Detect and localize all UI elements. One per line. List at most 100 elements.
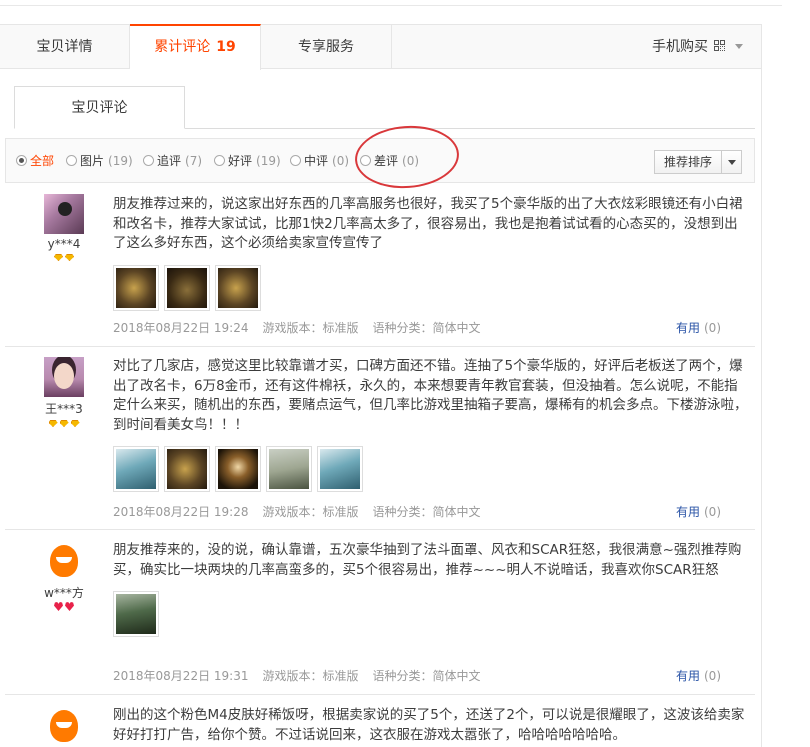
review-body: 刚出的这个粉色M4皮肤好稀饭呀，根据卖家说的买了5个，还送了2个，可以说是很耀眼… [113, 706, 748, 745]
review-item: y***4 朋友推荐过来的，说这家出好东西的几率高服务也很好，我买了5个豪华版的… [5, 190, 755, 347]
user-level [42, 602, 86, 612]
user-name: w***方 [44, 586, 84, 600]
review-photos [113, 591, 748, 637]
mobile-buy-button[interactable]: 手机购买 [652, 25, 743, 69]
review-photo[interactable] [215, 264, 261, 311]
useful-control: 有用 (0) [676, 668, 735, 684]
review-filter-bar: 全部 图片 (19) 追评 (7) 好评 (19) 中评 (0) 差评 (0) 推荐排序 [5, 138, 755, 183]
review-meta: 2018年08月22日 19:24 游戏版本：标准版 语种分类：简体中文 有用 (0) [113, 320, 743, 336]
useful-button[interactable]: 有用 [676, 669, 700, 683]
heart-icon [54, 602, 63, 611]
avatar[interactable] [44, 541, 84, 581]
tab-item-details[interactable]: 宝贝详情 [0, 25, 130, 69]
radio-icon[interactable] [66, 155, 77, 166]
filter-positive[interactable]: 好评 (19) [214, 153, 281, 169]
review-item: 王***3 对比了几家店，感觉这里比较靠谱才买，口碑方面还不错。连抽了5个豪华版… [5, 348, 755, 530]
filter-label: 追评 [157, 154, 182, 168]
tab-product-reviews[interactable]: 宝贝评论 [14, 86, 185, 129]
review-body: 朋友推荐来的，没的说，确认靠谱，五次豪华抽到了法斗面罩、风衣和SCAR狂怒，我很… [113, 541, 748, 637]
user-level [42, 418, 86, 428]
filter-neutral[interactable]: 中评 (0) [290, 153, 349, 169]
diamond-icon [54, 254, 63, 261]
review-user: 王***3 [42, 357, 86, 428]
review-meta: 2018年08月22日 19:28 游戏版本：标准版 语种分类：简体中文 有用 (0) [113, 504, 743, 520]
review-date: 2018年08月22日 19:31 [113, 669, 249, 683]
review-body: 对比了几家店，感觉这里比较靠谱才买，口碑方面还不错。连抽了5个豪华版的，好评后老… [113, 357, 748, 492]
review-date: 2018年08月22日 19:24 [113, 321, 249, 335]
filter-followup[interactable]: 追评 (7) [143, 153, 202, 169]
useful-count: (0) [704, 669, 721, 683]
review-item: 刚出的这个粉色M4皮肤好稀饭呀，根据卖家说的买了5个，还送了2个，可以说是很耀眼… [5, 696, 755, 747]
review-date: 2018年08月22日 19:28 [113, 505, 249, 519]
review-user: y***4 [42, 194, 86, 262]
avatar[interactable] [44, 706, 84, 746]
review-language: 语种分类：简体中文 [372, 505, 481, 519]
filter-count: (0) [402, 154, 420, 168]
filter-label: 差评 [374, 154, 399, 168]
user-name: 王***3 [45, 402, 83, 416]
diamond-icon [59, 420, 69, 427]
review-user: w***方 [42, 541, 86, 612]
review-text: 刚出的这个粉色M4皮肤好稀饭呀，根据卖家说的买了5个，还送了2个，可以说是很耀眼… [113, 707, 745, 743]
review-user [42, 706, 86, 746]
detail-tabbar: 宝贝详情 累计评论 19 专享服务 手机购买 [0, 24, 761, 70]
sort-dropdown[interactable]: 推荐排序 [654, 150, 742, 174]
useful-button[interactable]: 有用 [676, 321, 700, 335]
useful-control: 有用 (0) [676, 504, 735, 520]
useful-count: (0) [704, 505, 721, 519]
tab-reviews[interactable]: 累计评论 19 [130, 24, 261, 70]
filter-count: (0) [332, 154, 350, 168]
review-photo[interactable] [113, 446, 159, 492]
product-detail-page: 宝贝详情 累计评论 19 专享服务 手机购买 宝贝评论 全部 图片 (19) 追评(… [0, 0, 810, 747]
review-photo[interactable] [164, 446, 210, 492]
review-meta: 2018年08月22日 19:31 游戏版本：标准版 语种分类：简体中文 有用 (0) [113, 668, 743, 684]
review-photo[interactable] [317, 446, 363, 492]
diamond-icon [65, 254, 74, 261]
review-photo[interactable] [113, 264, 159, 311]
filter-label: 全部 [30, 154, 55, 168]
avatar[interactable] [44, 357, 84, 397]
review-language: 语种分类：简体中文 [372, 669, 481, 683]
useful-button[interactable]: 有用 [676, 505, 700, 519]
filter-label: 图片 [80, 154, 105, 168]
review-text: 对比了几家店，感觉这里比较靠谱才买，口碑方面还不错。连抽了5个豪华版的，好评后老… [113, 358, 748, 433]
filter-count: (19) [108, 154, 133, 168]
filter-photos[interactable]: 图片 (19) [66, 153, 133, 169]
review-photo[interactable] [266, 446, 312, 492]
heart-icon [65, 602, 74, 611]
review-version: 游戏版本：标准版 [262, 321, 359, 335]
tab-reviews-label: 累计评论 [154, 39, 211, 55]
review-version: 游戏版本：标准版 [262, 505, 359, 519]
filter-negative[interactable]: 差评 (0) [360, 153, 419, 169]
qr-code-icon [714, 40, 726, 52]
filter-count: (19) [256, 154, 281, 168]
radio-icon[interactable] [290, 155, 301, 166]
review-language: 语种分类：简体中文 [372, 321, 481, 335]
radio-icon[interactable] [360, 155, 371, 166]
useful-control: 有用 (0) [676, 320, 735, 336]
filter-label: 中评 [304, 154, 329, 168]
tab-service[interactable]: 专享服务 [261, 25, 392, 69]
avatar[interactable] [44, 194, 84, 234]
chevron-down-icon [735, 44, 743, 49]
top-divider [0, 0, 782, 6]
radio-icon[interactable] [143, 155, 154, 166]
review-item: w***方 朋友推荐来的，没的说，确认靠谱，五次豪华抽到了法斗面罩、风衣和SCA… [5, 531, 755, 695]
radio-icon[interactable] [16, 155, 27, 166]
review-photo[interactable] [113, 591, 159, 637]
radio-icon[interactable] [214, 155, 225, 166]
review-body: 朋友推荐过来的，说这家出好东西的几率高服务也很好，我买了5个豪华版的出了大衣炫彩… [113, 195, 748, 311]
mobile-buy-label: 手机购买 [652, 39, 708, 55]
review-version: 游戏版本：标准版 [262, 669, 359, 683]
user-level [42, 252, 86, 262]
diamond-icon [70, 420, 80, 427]
review-photo[interactable] [164, 264, 210, 311]
review-text: 朋友推荐过来的，说这家出好东西的几率高服务也很好，我买了5个豪华版的出了大衣炫彩… [113, 196, 743, 251]
right-rail-divider [761, 24, 762, 747]
filter-all[interactable]: 全部 [16, 153, 54, 169]
review-photo[interactable] [215, 446, 261, 492]
sort-divider [721, 151, 722, 173]
review-photos [113, 446, 748, 492]
chevron-down-icon [728, 160, 736, 165]
diamond-icon [48, 420, 58, 427]
